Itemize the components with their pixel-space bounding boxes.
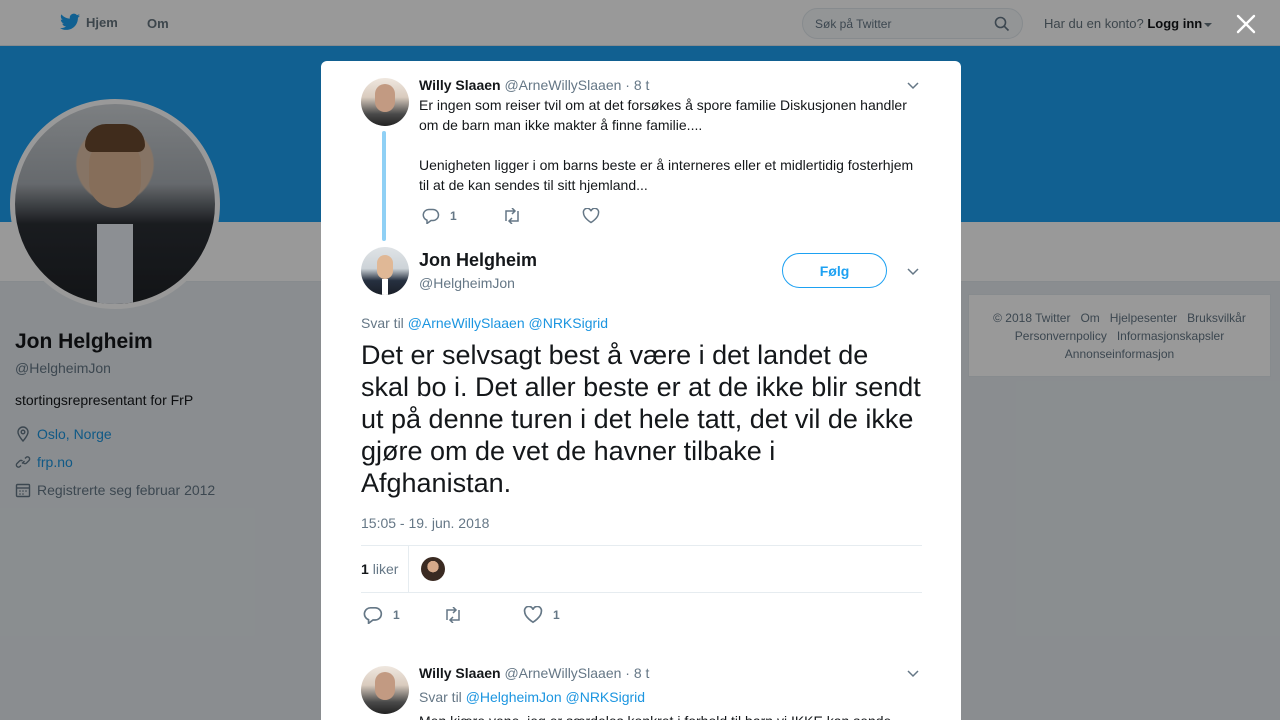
reply-count: 1	[450, 209, 457, 223]
retweet-button[interactable]	[502, 208, 582, 224]
next-tweet-text: Men kjære vene, jeg er særdeles konkret …	[419, 711, 919, 720]
retweet-icon	[446, 607, 460, 623]
heart-icon	[523, 606, 543, 624]
like-count: 1	[553, 608, 560, 622]
parent-tweet-text-1: Er ingen som reiser tvil om at det forsø…	[419, 97, 907, 133]
reply-mention-2[interactable]: @NRKSigrid	[566, 689, 646, 705]
reply-prefix: Svar til	[419, 689, 462, 705]
liker-avatar[interactable]	[421, 557, 445, 581]
next-tweet-reply-context: Svar til @HelgheimJon @NRKSigrid	[419, 689, 645, 705]
likes-stat-count: 1	[361, 561, 369, 577]
next-tweet-author[interactable]: Willy Slaaen	[419, 665, 501, 681]
next-tweet-time[interactable]: · 8 t	[625, 665, 649, 681]
close-icon[interactable]	[1234, 12, 1258, 36]
like-button[interactable]	[582, 208, 662, 224]
reply-count: 1	[393, 608, 400, 622]
main-tweet-actions: 1 1	[363, 606, 603, 624]
likes-stat-label: liker	[372, 561, 399, 577]
main-tweet-author[interactable]: Jon Helgheim	[419, 250, 537, 271]
parent-tweet-actions: 1	[422, 208, 662, 224]
reply-mention-2[interactable]: @NRKSigrid	[529, 315, 609, 331]
reply-prefix: Svar til	[361, 315, 404, 331]
parent-tweet-handle[interactable]: @ArneWillySlaaen	[504, 77, 621, 93]
reply-icon	[422, 208, 440, 224]
reply-icon	[363, 606, 383, 624]
reply-button[interactable]: 1	[363, 606, 443, 624]
reply-mention-1[interactable]: @HelgheimJon	[466, 689, 562, 705]
main-tweet-avatar[interactable]	[361, 247, 409, 295]
likes-stat[interactable]: 1 liker	[361, 545, 409, 593]
main-tweet-handle[interactable]: @HelgheimJon	[419, 275, 515, 291]
follow-button[interactable]: Følg	[782, 253, 887, 288]
main-tweet-text: Det er selvsagt best å være i det landet…	[361, 340, 921, 498]
reply-mention-1[interactable]: @ArneWillySlaaen	[408, 315, 525, 331]
heart-icon	[582, 208, 600, 224]
like-button[interactable]: 1	[523, 606, 603, 624]
chevron-down-icon[interactable]	[906, 264, 920, 278]
main-tweet-stats: 1 liker	[361, 545, 922, 593]
tweet-permalink-modal: Willy Slaaen @ArneWillySlaaen · 8 t Er i…	[321, 61, 961, 720]
retweet-icon	[505, 208, 519, 224]
parent-tweet-header: Willy Slaaen @ArneWillySlaaen · 8 t	[419, 77, 649, 93]
thread-connector-line	[382, 131, 386, 241]
main-tweet-timestamp[interactable]: 15:05 - 19. jun. 2018	[361, 515, 489, 531]
next-tweet-header: Willy Slaaen @ArneWillySlaaen · 8 t	[419, 665, 649, 681]
chevron-down-icon[interactable]	[906, 78, 920, 92]
parent-tweet-avatar[interactable]	[361, 78, 409, 126]
reply-button[interactable]: 1	[422, 208, 502, 224]
chevron-down-icon[interactable]	[906, 666, 920, 680]
next-tweet-avatar[interactable]	[361, 666, 409, 714]
parent-tweet-time[interactable]: · 8 t	[625, 77, 649, 93]
main-tweet-reply-context: Svar til @ArneWillySlaaen @NRKSigrid	[361, 315, 608, 331]
retweet-button[interactable]	[443, 607, 523, 623]
parent-tweet-text-2: Uenigheten ligger i om barns beste er å …	[419, 157, 914, 193]
parent-tweet-author[interactable]: Willy Slaaen	[419, 77, 501, 93]
next-tweet-handle[interactable]: @ArneWillySlaaen	[504, 665, 621, 681]
